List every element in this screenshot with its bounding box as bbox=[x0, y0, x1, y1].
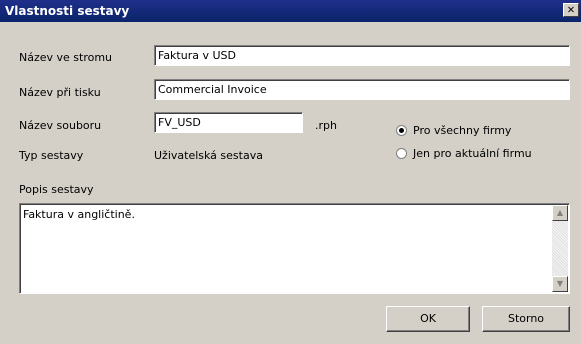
close-icon[interactable]: ✕ bbox=[563, 3, 579, 17]
tree-name-label: Název ve stromu bbox=[19, 51, 113, 64]
file-name-value: FV_USD bbox=[158, 116, 201, 129]
window-title: Vlastnosti sestavy bbox=[5, 4, 130, 18]
vertical-scrollbar[interactable]: ▲ ▼ bbox=[552, 205, 568, 292]
print-name-input[interactable]: Commercial Invoice bbox=[154, 79, 570, 100]
print-name-value: Commercial Invoice bbox=[158, 83, 267, 96]
radio-all-firms-label: Pro všechny firmy bbox=[413, 124, 512, 137]
radio-button-selected[interactable] bbox=[396, 125, 407, 136]
arrow-down-icon[interactable]: ▼ bbox=[552, 276, 568, 292]
report-type-value: Uživatelská sestava bbox=[154, 149, 263, 162]
report-type-label: Typ sestavy bbox=[19, 149, 84, 162]
file-extension: .rph bbox=[315, 119, 337, 132]
report-properties-dialog: Vlastnosti sestavy ✕ Název ve stromu Fak… bbox=[0, 0, 581, 344]
description-text: Faktura v angličtině. bbox=[23, 208, 135, 221]
print-name-label: Název při tisku bbox=[19, 86, 101, 99]
tree-name-input[interactable]: Faktura v USD bbox=[154, 45, 570, 66]
arrow-up-icon[interactable]: ▲ bbox=[552, 205, 568, 221]
description-textarea[interactable]: Faktura v angličtině. ▲ ▼ bbox=[19, 203, 570, 294]
cancel-button[interactable]: Storno bbox=[482, 306, 570, 332]
tree-name-value: Faktura v USD bbox=[158, 49, 236, 62]
radio-current-firm[interactable]: Jen pro aktuální firmu bbox=[396, 147, 532, 160]
description-label: Popis sestavy bbox=[19, 183, 94, 196]
radio-current-firm-label: Jen pro aktuální firmu bbox=[413, 147, 532, 160]
file-name-input[interactable]: FV_USD bbox=[154, 112, 303, 133]
ok-button[interactable]: OK bbox=[386, 306, 470, 332]
file-name-label: Název souboru bbox=[19, 119, 102, 132]
title-bar: Vlastnosti sestavy ✕ bbox=[0, 0, 581, 22]
radio-button[interactable] bbox=[396, 148, 407, 159]
radio-all-firms[interactable]: Pro všechny firmy bbox=[396, 124, 511, 137]
